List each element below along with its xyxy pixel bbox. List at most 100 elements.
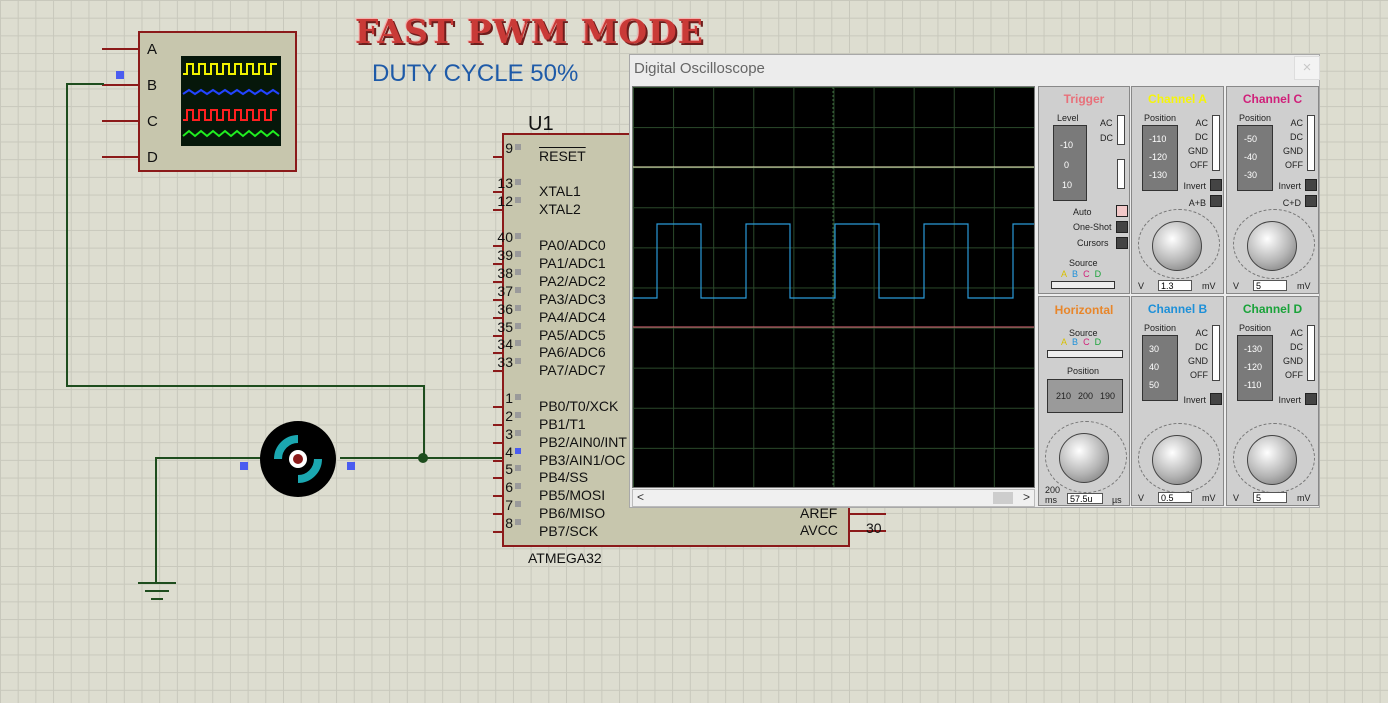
scroll-thumb[interactable] [993,492,1013,504]
chip-pin-line [493,209,503,211]
chip-pin-marker[interactable] [515,519,521,525]
scroll-left-arrow-icon[interactable]: < [637,490,644,504]
trigger-one-shot-button[interactable] [1116,221,1128,233]
ground-symbol-line [145,590,169,592]
chip-pin-number: 38 [497,265,513,281]
chip-pin-number: 13 [497,175,513,191]
channel-a-combine-button[interactable] [1210,195,1222,207]
chip-pin-marker[interactable] [515,412,521,418]
wire [155,457,157,583]
scope-pin-b-label: B [147,77,158,94]
channel-c-panel: Channel C Position -50 -40 -30 AC DC GND… [1226,86,1319,294]
channel-a-invert-button[interactable] [1210,179,1222,191]
chip-pin-marker[interactable] [515,501,521,507]
chip-pin-number: 40 [497,229,513,245]
chip-pin-marker[interactable] [515,251,521,257]
chip-pin-marker[interactable] [515,287,521,293]
chip-pin-number: 1 [505,390,513,406]
trigger-level-slider[interactable]: -10 0 10 [1053,125,1087,201]
ground-symbol [138,582,176,584]
scope-pin-a-label: A [147,41,158,58]
channel-b-volts-value: 0.5 [1158,492,1192,503]
horizontal-timebase-knob[interactable] [1059,433,1109,483]
channel-c-combine-button[interactable] [1305,195,1317,207]
channel-b-volts-knob[interactable] [1152,435,1202,485]
scope-pin-d-label: D [147,149,158,166]
scope-pin-b-marker[interactable] [116,71,124,79]
chip-pin-number: 37 [497,283,513,299]
chip-pin-marker[interactable] [515,197,521,203]
chip-pin-number: 12 [497,193,513,209]
horizontal-timebase-value: 57.5u [1067,493,1103,504]
window-title: Digital Oscilloscope [634,60,765,77]
channel-d-coupling-toggle[interactable] [1307,325,1315,381]
chip-pin-label: PB1/T1 [539,416,586,432]
chip-pin-marker[interactable] [515,465,521,471]
horizontal-panel: Horizontal Source A B C D Position 210 2… [1038,296,1130,506]
channel-a-coupling-toggle[interactable] [1212,115,1220,171]
chip-pin-marker[interactable] [515,144,521,150]
chip-pin-marker[interactable] [515,323,521,329]
chip-pin-label: PA2/ADC2 [539,273,606,289]
horizontal-position-slider[interactable]: 210 200 190 [1047,379,1123,413]
channel-b-coupling-toggle[interactable] [1212,325,1220,381]
chip-pin-line [493,370,503,372]
channel-d-position-slider[interactable]: -130 -120 -110 [1237,335,1273,401]
wire [66,385,425,387]
trigger-panel: Trigger Level -10 0 10 AC DC Auto One-Sh… [1038,86,1130,294]
trigger-edge-toggle[interactable] [1117,159,1125,189]
motor-pin-marker[interactable] [240,462,248,470]
channel-a-position-slider[interactable]: -110 -120 -130 [1142,125,1178,191]
chip-pin-label: PB2/AIN0/INT [539,434,627,450]
scope-display[interactable] [632,86,1035,488]
chip-pin-label: PB4/SS [539,469,589,485]
chip-pin-marker[interactable] [515,394,521,400]
chip-pin-marker[interactable] [515,483,521,489]
chip-pin-marker[interactable] [515,305,521,311]
channel-c-coupling-toggle[interactable] [1307,115,1315,171]
scope-pin-d-line [102,156,138,158]
channel-a-title: Channel A [1148,92,1207,106]
chip-pin-number: 35 [497,319,513,335]
channel-b-invert-button[interactable] [1210,393,1222,405]
channel-c-volts-value: 5 [1253,280,1287,291]
trigger-source-slider[interactable] [1051,281,1115,289]
wire [66,83,68,387]
chip-pin-marker[interactable] [515,269,521,275]
chip-pin-marker[interactable] [515,358,521,364]
trigger-coupling-toggle[interactable] [1117,115,1125,145]
horizontal-source-slider[interactable] [1047,350,1123,358]
chip-pin-marker[interactable] [515,179,521,185]
horizontal-scrollbar[interactable]: < > [632,489,1035,507]
close-button[interactable]: × [1294,56,1320,80]
motor-pin-marker[interactable] [347,462,355,470]
channel-d-invert-button[interactable] [1305,393,1317,405]
chip-pin-marker[interactable] [515,340,521,346]
trigger-auto-button[interactable] [1116,205,1128,217]
channel-c-volts-knob[interactable] [1247,221,1297,271]
chip-pin-label: AVCC [800,522,838,538]
chip-pin-label: XTAL2 [539,201,581,217]
chip-pin-marker[interactable] [515,233,521,239]
chip-pin-number: 4 [505,444,513,460]
channel-d-panel: Channel D Position -130 -120 -110 AC DC … [1226,296,1319,506]
chip-pin-label: PA5/ADC5 [539,327,606,343]
chip-pin-number: 39 [497,247,513,263]
chip-pin-number: 30 [866,520,882,536]
channel-b-position-slider[interactable]: 30 40 50 [1142,335,1178,401]
channel-d-volts-knob[interactable] [1247,435,1297,485]
scope-pin-a-line [102,48,138,50]
chip-pin-number: 6 [505,479,513,495]
channel-c-invert-button[interactable] [1305,179,1317,191]
chip-pin-marker[interactable] [515,430,521,436]
chip-pin-label: PA4/ADC4 [539,309,606,325]
trigger-cursors-button[interactable] [1116,237,1128,249]
channel-c-position-slider[interactable]: -50 -40 -30 [1237,125,1273,191]
scroll-right-arrow-icon[interactable]: > [1023,490,1030,504]
junction-dot [418,453,428,463]
channel-b-title: Channel B [1147,302,1208,316]
channel-a-volts-knob[interactable] [1152,221,1202,271]
scope-pin-c-line [102,120,138,122]
motor-icon[interactable] [260,421,336,497]
chip-pin-marker[interactable] [515,448,521,454]
